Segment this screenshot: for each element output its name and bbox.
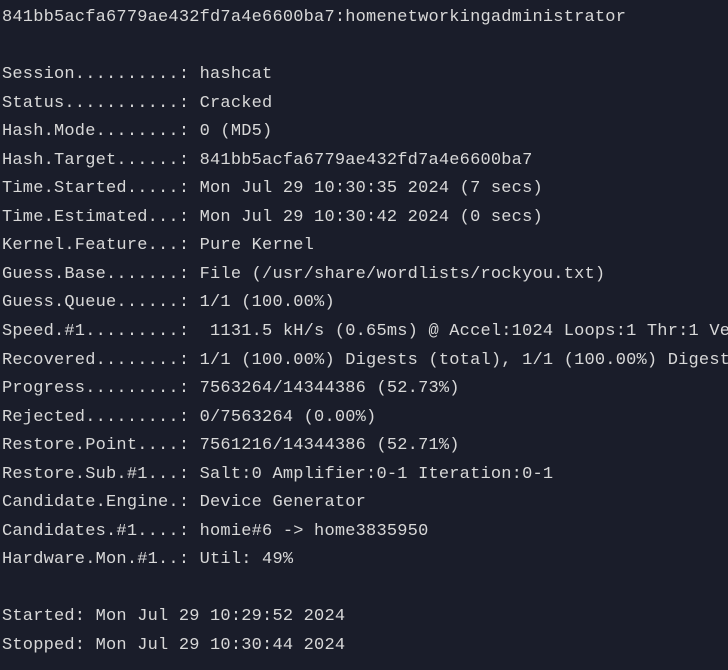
- session-line: Session..........: hashcat: [2, 61, 728, 90]
- time-started-line: Time.Started.....: Mon Jul 29 10:30:35 2…: [2, 175, 728, 204]
- status-line: Status...........: Cracked: [2, 90, 728, 119]
- blank-line: [2, 575, 728, 604]
- time-estimated-line: Time.Estimated...: Mon Jul 29 10:30:42 2…: [2, 204, 728, 233]
- candidate-engine-line: Candidate.Engine.: Device Generator: [2, 489, 728, 518]
- candidates-line: Candidates.#1....: homie#6 -> home383595…: [2, 518, 728, 547]
- rejected-line: Rejected.........: 0/7563264 (0.00%): [2, 404, 728, 433]
- stopped-line: Stopped: Mon Jul 29 10:30:44 2024: [2, 632, 728, 661]
- blank-line: [2, 33, 728, 62]
- hash-mode-line: Hash.Mode........: 0 (MD5): [2, 118, 728, 147]
- speed-line: Speed.#1.........: 1131.5 kH/s (0.65ms) …: [2, 318, 728, 347]
- progress-line: Progress.........: 7563264/14344386 (52.…: [2, 375, 728, 404]
- restore-point-line: Restore.Point....: 7561216/14344386 (52.…: [2, 432, 728, 461]
- hardware-mon-line: Hardware.Mon.#1..: Util: 49%: [2, 546, 728, 575]
- restore-sub-line: Restore.Sub.#1...: Salt:0 Amplifier:0-1 …: [2, 461, 728, 490]
- kernel-feature-line: Kernel.Feature...: Pure Kernel: [2, 232, 728, 261]
- recovered-line: Recovered........: 1/1 (100.00%) Digests…: [2, 347, 728, 376]
- guess-queue-line: Guess.Queue......: 1/1 (100.00%): [2, 289, 728, 318]
- guess-base-line: Guess.Base.......: File (/usr/share/word…: [2, 261, 728, 290]
- started-line: Started: Mon Jul 29 10:29:52 2024: [2, 603, 728, 632]
- hash-target-line: Hash.Target......: 841bb5acfa6779ae432fd…: [2, 147, 728, 176]
- hashcat-result-line: 841bb5acfa6779ae432fd7a4e6600ba7:homenet…: [2, 4, 728, 33]
